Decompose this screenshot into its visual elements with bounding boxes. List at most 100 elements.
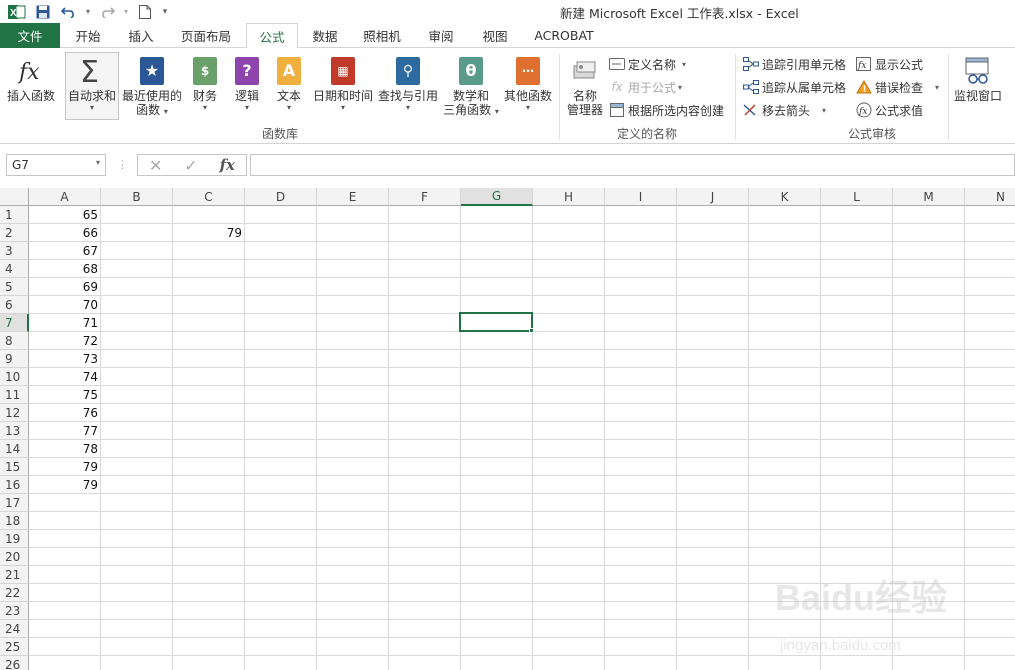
trace-dependents-button[interactable]: 追踪从属单元格 (743, 77, 846, 97)
column-header-d[interactable]: D (245, 188, 317, 206)
column-header-a[interactable]: A (29, 188, 101, 206)
cell-c2[interactable]: 79 (173, 224, 245, 242)
cell-a14[interactable]: 78 (29, 440, 101, 458)
cell-a10[interactable]: 74 (29, 368, 101, 386)
redo-dropdown-icon[interactable]: ▾ (122, 2, 130, 22)
redo-icon[interactable] (96, 2, 118, 22)
row-header-2[interactable]: 2 (0, 224, 29, 242)
row-header-6[interactable]: 6 (0, 296, 29, 314)
cancel-icon[interactable]: ✕ (149, 156, 162, 175)
cell-a4[interactable]: 68 (29, 260, 101, 278)
column-header-b[interactable]: B (101, 188, 173, 206)
trace-precedents-button[interactable]: 追踪引用单元格 (743, 54, 846, 74)
cell-a8[interactable]: 72 (29, 332, 101, 350)
tab-home[interactable]: 开始 (66, 23, 110, 48)
show-formulas-button[interactable]: fx 显示公式 (856, 54, 923, 74)
row-header-5[interactable]: 5 (0, 278, 29, 296)
remove-arrows-button[interactable]: 移去箭头 ▾ (743, 100, 826, 120)
select-all-corner[interactable] (0, 188, 29, 206)
fill-handle[interactable] (529, 328, 534, 333)
logical-button[interactable]: ? 逻辑 ▾ (230, 56, 264, 113)
column-header-f[interactable]: F (389, 188, 461, 206)
enter-icon[interactable]: ✓ (184, 156, 197, 175)
row-header-11[interactable]: 11 (0, 386, 29, 404)
name-box[interactable]: G7 ▾ (6, 154, 106, 176)
column-header-h[interactable]: H (533, 188, 605, 206)
cell-a12[interactable]: 76 (29, 404, 101, 422)
name-manager-button[interactable]: 名称 管理器 (564, 56, 606, 117)
row-header-24[interactable]: 24 (0, 620, 29, 638)
use-in-formula-button[interactable]: fx 用于公式 ▾ (609, 77, 682, 97)
row-header-21[interactable]: 21 (0, 566, 29, 584)
row-header-16[interactable]: 16 (0, 476, 29, 494)
tab-camera[interactable]: 照相机 (356, 23, 408, 48)
cell-a13[interactable]: 77 (29, 422, 101, 440)
create-from-selection-button[interactable]: 根据所选内容创建 (609, 100, 724, 120)
row-header-15[interactable]: 15 (0, 458, 29, 476)
column-header-i[interactable]: I (605, 188, 677, 206)
row-header-26[interactable]: 26 (0, 656, 29, 670)
row-header-9[interactable]: 9 (0, 350, 29, 368)
row-header-1[interactable]: 1 (0, 206, 29, 224)
tab-data[interactable]: 数据 (304, 23, 346, 48)
define-name-button[interactable]: 定义名称 ▾ (609, 54, 686, 74)
tab-page-layout[interactable]: 页面布局 (172, 23, 240, 48)
financial-button[interactable]: $ 财务 ▾ (186, 56, 224, 113)
tab-formulas[interactable]: 公式 (246, 23, 298, 49)
cell-a2[interactable]: 66 (29, 224, 101, 242)
column-header-j[interactable]: J (677, 188, 749, 206)
customize-qat-icon[interactable]: ▾ (160, 2, 170, 22)
row-header-17[interactable]: 17 (0, 494, 29, 512)
tab-insert[interactable]: 插入 (118, 23, 164, 48)
row-header-25[interactable]: 25 (0, 638, 29, 656)
name-box-dropdown-icon[interactable]: ▾ (96, 158, 100, 167)
more-functions-button[interactable]: ⋯ 其他函数 ▾ (502, 56, 554, 113)
row-header-14[interactable]: 14 (0, 440, 29, 458)
row-header-4[interactable]: 4 (0, 260, 29, 278)
save-icon[interactable] (32, 2, 54, 22)
column-header-k[interactable]: K (749, 188, 821, 206)
cell-a16[interactable]: 79 (29, 476, 101, 494)
text-button[interactable]: A 文本 ▾ (272, 56, 306, 113)
recently-used-button[interactable]: ★ 最近使用的 函数 ▾ (120, 56, 184, 117)
tab-view[interactable]: 视图 (472, 23, 518, 48)
row-header-18[interactable]: 18 (0, 512, 29, 530)
undo-dropdown-icon[interactable]: ▾ (84, 2, 92, 22)
evaluate-formula-button[interactable]: fx 公式求值 (856, 100, 923, 120)
watch-window-button[interactable]: 监视窗口 (952, 56, 1004, 103)
row-header-23[interactable]: 23 (0, 602, 29, 620)
row-header-13[interactable]: 13 (0, 422, 29, 440)
error-checking-button[interactable]: ! 错误检查 ▾ (856, 77, 939, 97)
active-cell-g7[interactable] (459, 312, 533, 332)
row-header-3[interactable]: 3 (0, 242, 29, 260)
cell-a15[interactable]: 79 (29, 458, 101, 476)
cell-a6[interactable]: 70 (29, 296, 101, 314)
column-header-l[interactable]: L (821, 188, 893, 206)
insert-function-button[interactable]: fx 插入函数 (4, 56, 58, 103)
cell-a11[interactable]: 75 (29, 386, 101, 404)
formula-input[interactable] (250, 154, 1015, 176)
undo-icon[interactable] (58, 2, 80, 22)
autosum-button[interactable]: Σ 自动求和 ▾ (65, 52, 119, 120)
column-header-e[interactable]: E (317, 188, 389, 206)
row-header-7[interactable]: 7 (0, 314, 29, 332)
cell-a5[interactable]: 69 (29, 278, 101, 296)
tab-file[interactable]: 文件 (0, 23, 60, 48)
math-trig-button[interactable]: θ 数学和 三角函数 ▾ (440, 56, 502, 117)
tab-acrobat[interactable]: ACROBAT (528, 23, 600, 48)
row-header-22[interactable]: 22 (0, 584, 29, 602)
row-header-20[interactable]: 20 (0, 548, 29, 566)
datetime-button[interactable]: ▦ 日期和时间 ▾ (310, 56, 376, 113)
row-header-19[interactable]: 19 (0, 530, 29, 548)
lookup-button[interactable]: ⚲ 查找与引用 ▾ (376, 56, 440, 113)
formula-bar-splitter-icon[interactable]: ⋮ (117, 158, 128, 171)
column-header-m[interactable]: M (893, 188, 965, 206)
column-header-g[interactable]: G (461, 188, 533, 206)
cell-a1[interactable]: 65 (29, 206, 101, 224)
row-header-10[interactable]: 10 (0, 368, 29, 386)
column-header-n[interactable]: N (965, 188, 1015, 206)
row-header-12[interactable]: 12 (0, 404, 29, 422)
tab-review[interactable]: 审阅 (418, 23, 464, 48)
insert-function-icon[interactable]: fx (220, 156, 235, 174)
cell-a3[interactable]: 67 (29, 242, 101, 260)
